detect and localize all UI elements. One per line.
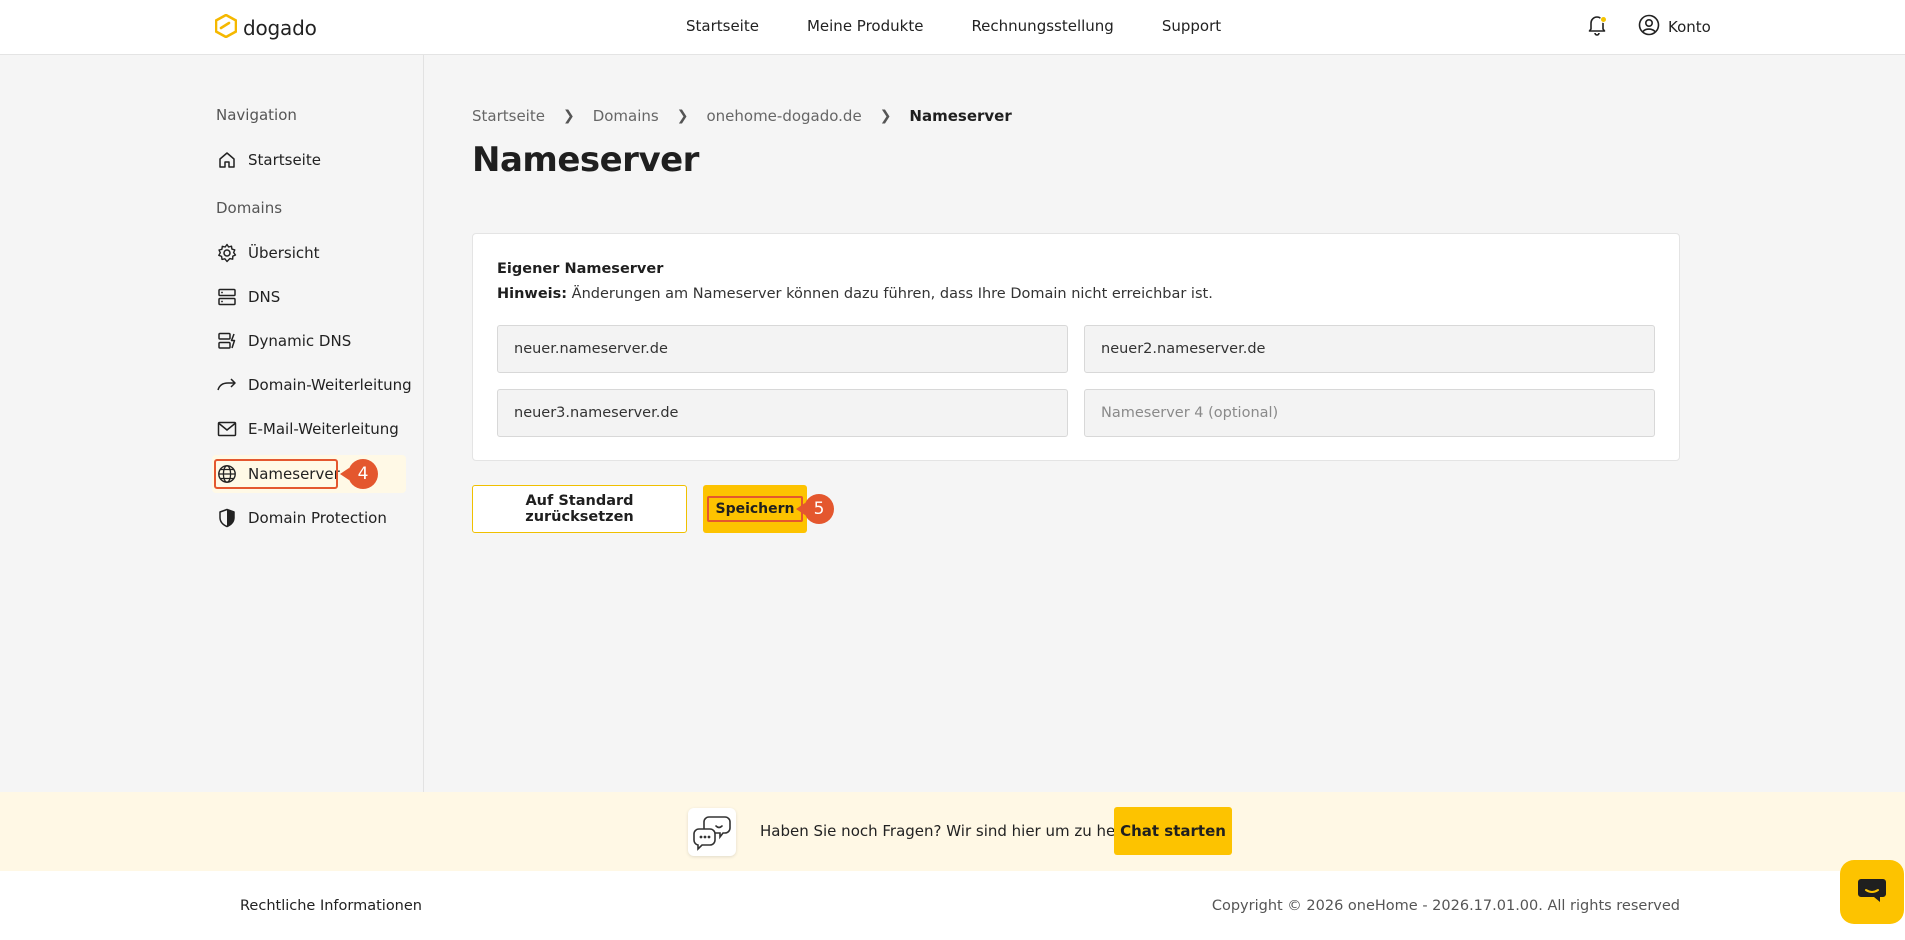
shield-icon xyxy=(216,507,238,529)
sidebar-heading-navigation: Navigation xyxy=(216,106,297,124)
account-menu[interactable]: Konto xyxy=(1638,14,1711,40)
hint-text: Änderungen am Nameserver können dazu füh… xyxy=(571,286,1213,302)
save-button[interactable]: Speichern xyxy=(703,485,807,533)
nameserver-card: Eigener Nameserver Hinweis: Änderungen a… xyxy=(472,233,1680,461)
sidebar-item-label: Dynamic DNS xyxy=(248,332,352,350)
sidebar-item-domain-weiterleitung[interactable]: Domain-Weiterleitung xyxy=(216,370,412,400)
breadcrumb-domain[interactable]: onehome-dogado.de xyxy=(706,107,861,125)
server-icon xyxy=(216,286,238,308)
nameserver-4-input[interactable] xyxy=(1084,389,1655,437)
nameserver-2-input[interactable] xyxy=(1084,325,1655,373)
sidebar-item-label: Domain-Weiterleitung xyxy=(248,376,412,394)
breadcrumb-current: Nameserver xyxy=(909,107,1012,125)
hint-label: Hinweis: xyxy=(497,286,568,302)
sidebar-item-label: DNS xyxy=(248,288,281,306)
sidebar-item-label: Übersicht xyxy=(248,244,320,262)
sidebar-item-startseite[interactable]: Startseite xyxy=(216,145,321,175)
chat-widget-button[interactable] xyxy=(1840,860,1904,924)
top-navigation: Startseite Meine Produkte Rechnungsstell… xyxy=(686,17,1221,35)
sidebar-item-domain-protection[interactable]: Domain Protection xyxy=(216,503,387,533)
home-icon xyxy=(216,149,238,171)
mail-icon xyxy=(216,418,238,440)
nav-meine-produkte[interactable]: Meine Produkte xyxy=(807,17,923,35)
sidebar-item-dns[interactable]: DNS xyxy=(216,282,280,312)
sidebar-heading-domains: Domains xyxy=(216,199,283,217)
chat-icon xyxy=(1857,877,1887,907)
gear-icon xyxy=(216,242,238,264)
top-bar: dogado Startseite Meine Produkte Rechnun… xyxy=(0,0,1905,55)
logo[interactable]: dogado xyxy=(214,13,317,42)
logo-icon xyxy=(214,13,238,42)
step-badge-4: 4 xyxy=(340,459,378,489)
sidebar-item-email-weiterleitung[interactable]: E-Mail-Weiterleitung xyxy=(216,414,399,444)
header-actions: Konto xyxy=(1584,14,1711,40)
sidebar-item-dynamic-dns[interactable]: Dynamic DNS xyxy=(216,326,351,356)
nameserver-3-input[interactable] xyxy=(497,389,1068,437)
step-badge-5: 5 xyxy=(796,494,834,524)
sidebar-item-label: E-Mail-Weiterleitung xyxy=(248,420,399,438)
chevron-right-icon: ❯ xyxy=(879,108,892,124)
sidebar-item-label: Domain Protection xyxy=(248,509,387,527)
nav-rechnungsstellung[interactable]: Rechnungsstellung xyxy=(971,17,1113,35)
notifications-button[interactable] xyxy=(1584,14,1610,40)
breadcrumb: Startseite ❯ Domains ❯ onehome-dogado.de… xyxy=(472,107,1012,125)
user-icon xyxy=(1638,14,1660,40)
card-hint: Hinweis: Änderungen am Nameserver können… xyxy=(497,286,1213,302)
help-banner: Haben Sie noch Fragen? Wir sind hier um … xyxy=(0,792,1905,871)
brand-name: dogado xyxy=(243,16,317,40)
reset-to-default-button[interactable]: Auf Standard zurücksetzen xyxy=(472,485,687,533)
nav-startseite[interactable]: Startseite xyxy=(686,17,759,35)
help-text: Haben Sie noch Fragen? Wir sind hier um … xyxy=(760,822,1149,840)
account-label: Konto xyxy=(1668,18,1711,36)
dynamic-dns-icon xyxy=(216,330,238,352)
forward-arrow-icon xyxy=(216,374,238,396)
page-title: Nameserver xyxy=(472,140,699,180)
sidebar-item-label: Startseite xyxy=(248,151,321,169)
breadcrumb-domains[interactable]: Domains xyxy=(593,107,659,125)
nav-support[interactable]: Support xyxy=(1162,17,1221,35)
copyright-text: Copyright © 2026 oneHome - 2026.17.01.00… xyxy=(1211,898,1680,914)
chevron-right-icon: ❯ xyxy=(676,108,689,124)
card-title: Eigener Nameserver xyxy=(497,261,664,277)
legal-info-link[interactable]: Rechtliche Informationen xyxy=(240,898,422,914)
breadcrumb-startseite[interactable]: Startseite xyxy=(472,107,545,125)
chat-bubbles-icon xyxy=(688,808,736,856)
nameserver-1-input[interactable] xyxy=(497,325,1068,373)
sidebar-item-uebersicht[interactable]: Übersicht xyxy=(216,238,320,268)
chevron-right-icon: ❯ xyxy=(562,108,575,124)
start-chat-button[interactable]: Chat starten xyxy=(1114,807,1232,855)
footer: Rechtliche Informationen Copyright © 202… xyxy=(0,871,1905,940)
save-button-label: Speichern xyxy=(707,496,803,522)
highlight-box-nameserver xyxy=(214,459,338,489)
notification-dot xyxy=(1600,16,1607,23)
